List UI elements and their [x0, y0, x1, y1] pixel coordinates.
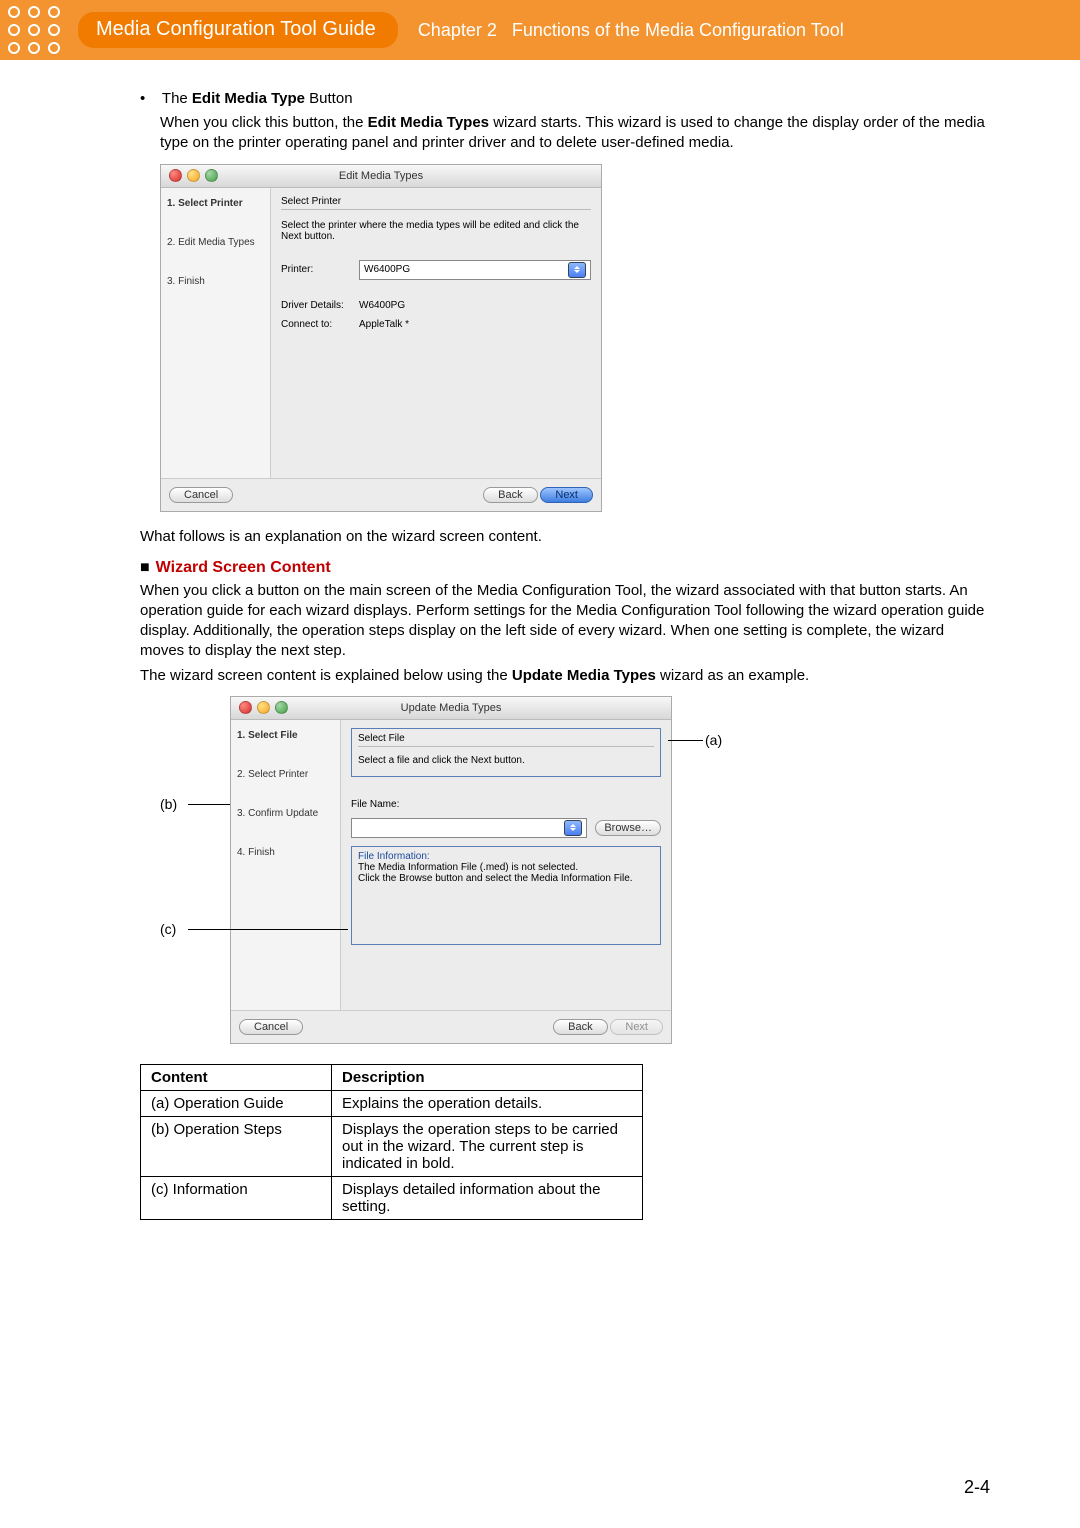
page-body: • The Edit Media Type Button When you cl…	[0, 60, 1080, 1260]
info-text: Click the Browse button and select the M…	[358, 873, 654, 884]
browse-button[interactable]: Browse…	[595, 820, 661, 836]
chapter-label: Chapter 2 Functions of the Media Configu…	[418, 20, 844, 41]
wizard-step: 3. Confirm Update	[237, 808, 334, 819]
panel-group-title: Select Printer	[281, 196, 591, 210]
dialog-footer: Cancel Back Next	[161, 478, 601, 511]
dialog-titlebar: Update Media Types	[231, 697, 671, 720]
document-header: Media Configuration Tool Guide Chapter 2…	[0, 0, 1080, 60]
content-description-table: Content Description (a) Operation Guide …	[140, 1064, 643, 1220]
explanation-paragraph: What follows is an explanation on the wi…	[140, 528, 990, 545]
guide-title: Media Configuration Tool Guide	[78, 12, 398, 48]
panel-description: Select a file and click the Next button.	[358, 755, 654, 766]
back-button[interactable]: Back	[483, 487, 537, 503]
next-button[interactable]: Next	[540, 487, 593, 503]
cancel-button[interactable]: Cancel	[169, 487, 233, 503]
wizard-step: 2. Select Printer	[237, 769, 334, 780]
table-cell: Displays the operation steps to be carri…	[332, 1116, 643, 1176]
wizard-screen-content-heading: ■Wizard Screen Content	[140, 559, 990, 577]
page-number: 2-4	[964, 1477, 990, 1498]
wizard-main-panel: Select File Select a file and click the …	[341, 720, 671, 1010]
table-cell: (a) Operation Guide	[141, 1090, 332, 1116]
dialog-titlebar: Edit Media Types	[161, 165, 601, 188]
wizard-step: 3. Finish	[167, 276, 264, 287]
update-media-types-dialog: Update Media Types 1. Select File 2. Sel…	[230, 696, 672, 1044]
next-button[interactable]: Next	[610, 1019, 663, 1035]
edit-media-types-dialog: Edit Media Types 1. Select Printer 2. Ed…	[160, 164, 602, 512]
wizard-step: 1. Select File	[237, 730, 334, 741]
cancel-button[interactable]: Cancel	[239, 1019, 303, 1035]
info-text: The Media Information File (.med) is not…	[358, 862, 654, 873]
wizard-step-list: 1. Select Printer 2. Edit Media Types 3.…	[161, 188, 271, 478]
page: Media Configuration Tool Guide Chapter 2…	[0, 0, 1080, 1528]
file-information-box: File Information: The Media Information …	[351, 846, 661, 945]
dialog-title: Update Media Types	[231, 702, 671, 714]
printer-label: Printer:	[281, 264, 351, 275]
file-name-label: File Name:	[351, 799, 661, 810]
connect-row: Connect to: AppleTalk *	[281, 319, 591, 330]
wizard-content-paragraph: When you click a button on the main scre…	[140, 581, 990, 662]
table-cell: Explains the operation details.	[332, 1090, 643, 1116]
annotation-line	[188, 929, 348, 930]
table-row: (a) Operation Guide Explains the operati…	[141, 1090, 643, 1116]
driver-row: Driver Details: W6400PG	[281, 300, 591, 311]
edit-media-type-heading: • The Edit Media Type Button	[140, 90, 990, 107]
connect-value: AppleTalk *	[359, 319, 409, 330]
printer-value: W6400PG	[364, 264, 410, 275]
wizard-step: 1. Select Printer	[167, 198, 264, 209]
info-title: File Information:	[358, 851, 654, 862]
table-cell: (b) Operation Steps	[141, 1116, 332, 1176]
back-button[interactable]: Back	[553, 1019, 607, 1035]
table-row: (b) Operation Steps Displays the operati…	[141, 1116, 643, 1176]
printer-select[interactable]: W6400PG	[359, 260, 591, 280]
driver-value: W6400PG	[359, 300, 405, 311]
file-name-select[interactable]	[351, 818, 587, 838]
dropdown-icon[interactable]	[568, 262, 586, 278]
table-header-row: Content Description	[141, 1064, 643, 1090]
panel-description: Select the printer where the media types…	[281, 220, 591, 242]
driver-label: Driver Details:	[281, 300, 351, 311]
update-media-types-figure: Update Media Types 1. Select File 2. Sel…	[230, 696, 790, 1044]
wizard-main-panel: Select Printer Select the printer where …	[271, 188, 601, 478]
operation-guide-box: Select File Select a file and click the …	[351, 728, 661, 777]
annotation-a: (a)	[705, 732, 722, 748]
table-header: Description	[332, 1064, 643, 1090]
table-cell: Displays detailed information about the …	[332, 1176, 643, 1219]
dialog-footer: Cancel Back Next	[231, 1010, 671, 1043]
file-name-row: Browse…	[351, 818, 661, 838]
table-header: Content	[141, 1064, 332, 1090]
annotation-line	[188, 804, 230, 805]
wizard-step-list: 1. Select File 2. Select Printer 3. Conf…	[231, 720, 341, 1010]
panel-group-title: Select File	[358, 733, 654, 747]
connect-label: Connect to:	[281, 319, 351, 330]
wizard-step: 4. Finish	[237, 847, 334, 858]
dialog-title: Edit Media Types	[161, 170, 601, 182]
annotation-b: (b)	[160, 796, 177, 812]
edit-media-type-paragraph: When you click this button, the Edit Med…	[160, 113, 990, 154]
annotation-line	[668, 740, 703, 741]
table-row: (c) Information Displays detailed inform…	[141, 1176, 643, 1219]
table-cell: (c) Information	[141, 1176, 332, 1219]
dropdown-icon[interactable]	[564, 820, 582, 836]
printer-row: Printer: W6400PG	[281, 260, 591, 280]
wizard-example-paragraph: The wizard screen content is explained b…	[140, 666, 990, 686]
header-ornament	[8, 6, 68, 54]
wizard-step: 2. Edit Media Types	[167, 237, 264, 248]
annotation-c: (c)	[160, 921, 176, 937]
